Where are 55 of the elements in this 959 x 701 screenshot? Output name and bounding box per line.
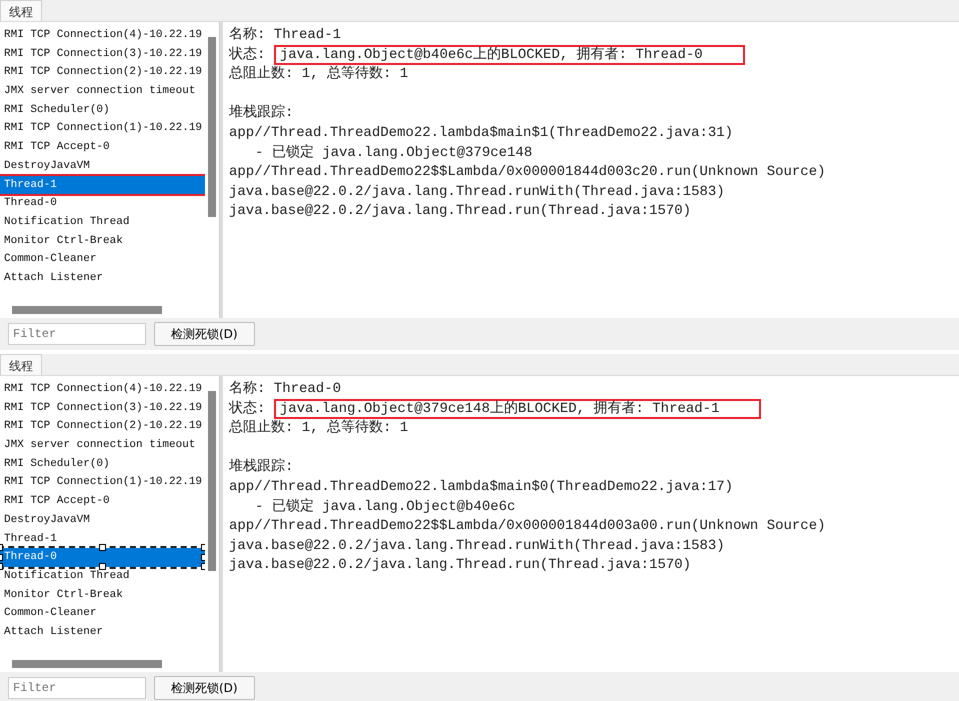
- state-label: 状态:: [229, 46, 266, 63]
- filter-field[interactable]: Filter: [8, 677, 146, 699]
- thread-list-item[interactable]: Attach Listener: [0, 622, 205, 642]
- thread-name-text: 名称: Thread-0: [229, 380, 342, 399]
- thread-list-item[interactable]: RMI Scheduler(0): [0, 100, 205, 120]
- thread-list-item[interactable]: DestroyJavaVM: [0, 510, 205, 530]
- lock-text: - 已锁定 java.lang.Object@b40e6c: [254, 498, 516, 517]
- thread-list-item[interactable]: RMI TCP Connection(1)-10.22.19: [0, 119, 205, 138]
- stack-frame-text: app//Thread.ThreadDemo22$$Lambda/0x000001844d003a00.run(Unknown Source): [229, 517, 826, 536]
- lock-text: - 已锁定 java.lang.Object@379ce148: [254, 144, 534, 163]
- thread-list-item[interactable]: JMX server connection timeout: [0, 436, 205, 455]
- thread-list-item[interactable]: JMX server connection timeout: [0, 82, 205, 101]
- stack-frame-text: java.base@22.0.2/java.lang.Thread.run(Thread.java:1570): [229, 202, 692, 222]
- threads-tab[interactable]: 线程: [0, 0, 42, 21]
- stack-frame-text: app//Thread.ThreadDemo22.lambda$main$1(ThreadDemo22.java:31): [229, 124, 734, 143]
- thread-list-item[interactable]: RMI TCP Accept-0: [0, 492, 205, 511]
- horizontal-scrollbar[interactable]: [12, 660, 162, 668]
- thread-name-text: 名称: Thread-1: [229, 26, 342, 45]
- thread-list-item[interactable]: Thread-1: [0, 530, 205, 548]
- count-text: 总阻止数: 1, 总等待数: 1: [229, 419, 410, 438]
- thread-list-item[interactable]: RMI TCP Connection(3)-10.22.19: [0, 44, 205, 64]
- thread-list-item[interactable]: RMI TCP Connection(3)-10.22.19: [0, 398, 205, 418]
- thread-list-item[interactable]: Common-Cleaner: [0, 250, 205, 269]
- thread-list-item[interactable]: Thread-0: [0, 194, 205, 213]
- thread-list-item[interactable]: Notification Thread: [0, 566, 205, 586]
- thread-list-item[interactable]: RMI TCP Connection(1)-10.22.19: [0, 473, 205, 492]
- thread-list-item[interactable]: RMI TCP Accept-0: [0, 138, 205, 157]
- filter-field[interactable]: Filter: [8, 323, 146, 345]
- thread-list-item[interactable]: Monitor Ctrl-Break: [0, 232, 205, 250]
- count-text: 总阻止数: 1, 总等待数: 1: [229, 65, 410, 84]
- detect-deadlock-button[interactable]: 检测死锁(D): [154, 322, 255, 346]
- thread-list-item[interactable]: RMI TCP Connection(2)-10.22.19: [0, 63, 205, 82]
- thread-list-item[interactable]: Attach Listener: [0, 268, 205, 288]
- state-value: java.lang.Object@379ce148上的BLOCKED, 拥有者: Thread-1: [274, 398, 762, 419]
- stack-trace-heading: 堆栈跟踪:: [229, 104, 294, 124]
- detect-deadlock-button[interactable]: 检测死锁(D): [154, 676, 255, 700]
- thread-list-item[interactable]: Thread-1: [0, 176, 205, 194]
- stack-frame-text: java.base@22.0.2/java.lang.Thread.runWith(Thread.java:1583): [229, 536, 726, 556]
- stack-frame-text: app//Thread.ThreadDemo22$$Lambda/0x000001844d003c20.run(Unknown Source): [229, 163, 826, 182]
- stack-trace-heading: 堆栈跟踪:: [229, 458, 294, 478]
- thread-list-item[interactable]: DestroyJavaVM: [0, 156, 205, 176]
- state-label: 状态:: [229, 400, 266, 417]
- thread-list-item[interactable]: RMI TCP Connection(4)-10.22.19: [0, 26, 205, 45]
- horizontal-scrollbar[interactable]: [12, 306, 162, 314]
- thread-list-item[interactable]: Notification Thread: [0, 212, 205, 232]
- stack-frame-text: app//Thread.ThreadDemo22.lambda$main$0(ThreadDemo22.java:17): [229, 478, 734, 497]
- stack-frame-text: java.base@22.0.2/java.lang.Thread.run(Thread.java:1570): [229, 556, 692, 576]
- thread-list-item[interactable]: RMI Scheduler(0): [0, 454, 205, 474]
- thread-list-item[interactable]: RMI TCP Connection(4)-10.22.19: [0, 380, 205, 399]
- threads-tab[interactable]: 线程: [0, 354, 42, 375]
- thread-list-item[interactable]: Monitor Ctrl-Break: [0, 586, 205, 604]
- thread-list-item[interactable]: RMI TCP Connection(2)-10.22.19: [0, 417, 205, 436]
- stack-frame-text: java.base@22.0.2/java.lang.Thread.runWith(Thread.java:1583): [229, 182, 726, 202]
- thread-list-item[interactable]: Common-Cleaner: [0, 604, 205, 623]
- state-value: java.lang.Object@b40e6c上的BLOCKED, 拥有者: Thread-0: [274, 44, 745, 65]
